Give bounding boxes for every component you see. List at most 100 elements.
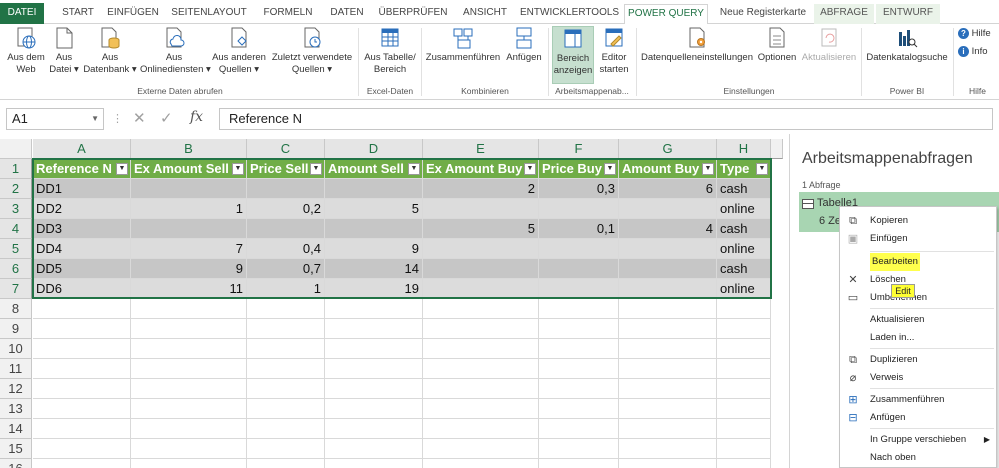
table-cell[interactable] [325, 179, 423, 199]
filter-dropdown-icon[interactable]: ▼ [310, 163, 322, 175]
table-cell[interactable]: 9 [325, 239, 423, 259]
empty-cell[interactable] [131, 419, 247, 439]
empty-cell[interactable] [717, 319, 771, 339]
row-header[interactable]: 2 [0, 179, 32, 199]
menu-item-paste[interactable]: ▣ Einfügen [840, 230, 996, 248]
empty-cell[interactable] [33, 319, 131, 339]
empty-cell[interactable] [131, 339, 247, 359]
filter-dropdown-icon[interactable]: ▼ [524, 163, 536, 175]
empty-cell[interactable] [247, 339, 325, 359]
from-table-button[interactable]: Aus Tabelle/Bereich [362, 26, 418, 76]
row-header[interactable]: 7 [0, 279, 32, 299]
table-cell[interactable] [325, 219, 423, 239]
table-cell[interactable] [247, 179, 325, 199]
empty-cell[interactable] [131, 439, 247, 459]
empty-cell[interactable] [247, 359, 325, 379]
empty-cell[interactable] [717, 399, 771, 419]
table-cell[interactable]: online [717, 199, 771, 219]
empty-cell[interactable] [539, 379, 619, 399]
table-cell[interactable]: online [717, 239, 771, 259]
row-header[interactable]: 14 [0, 419, 32, 439]
empty-cell[interactable] [539, 439, 619, 459]
recent-sources-button[interactable]: Zuletzt verwendete Quellen ▾ [270, 26, 354, 76]
empty-cell[interactable] [325, 419, 423, 439]
empty-cell[interactable] [619, 439, 717, 459]
options-button[interactable]: Optionen [756, 26, 798, 64]
empty-cell[interactable] [131, 379, 247, 399]
empty-cell[interactable] [423, 399, 539, 419]
help-button[interactable]: ? Hilfe [958, 28, 998, 40]
empty-cell[interactable] [423, 299, 539, 319]
empty-cell[interactable] [423, 359, 539, 379]
column-header[interactable]: G [619, 139, 717, 159]
data-source-settings-button[interactable]: Datenquelleneinstellungen [640, 26, 754, 64]
table-cell[interactable] [423, 199, 539, 219]
empty-cell[interactable] [619, 379, 717, 399]
empty-cell[interactable] [717, 359, 771, 379]
info-button[interactable]: i Info [958, 46, 998, 58]
empty-cell[interactable] [717, 379, 771, 399]
table-header-cell[interactable]: Amount Sell ▼ [325, 159, 423, 179]
table-cell[interactable]: 5 [325, 199, 423, 219]
tab-ueberpruefen[interactable]: ÜBERPRÜFEN [376, 4, 450, 24]
column-header[interactable]: F [539, 139, 619, 159]
table-cell[interactable]: 0,1 [539, 219, 619, 239]
filter-dropdown-icon[interactable]: ▼ [756, 163, 768, 175]
menu-item-delete[interactable]: ✕ Löschen [840, 271, 996, 289]
append-button[interactable]: Anfügen [503, 26, 545, 64]
table-cell[interactable]: 6 [619, 179, 717, 199]
table-cell[interactable] [619, 199, 717, 219]
empty-cell[interactable] [325, 299, 423, 319]
tab-abfrage[interactable]: ABFRAGE [814, 4, 874, 24]
tab-datei[interactable]: DATEI [0, 3, 44, 24]
table-cell[interactable] [131, 179, 247, 199]
chevron-down-icon[interactable]: ▼ [91, 109, 99, 129]
from-file-button[interactable]: Aus Datei ▾ [48, 26, 80, 76]
empty-cell[interactable] [717, 419, 771, 439]
empty-cell[interactable] [325, 339, 423, 359]
empty-cell[interactable] [131, 299, 247, 319]
table-cell[interactable]: 14 [325, 259, 423, 279]
row-header[interactable]: 8 [0, 299, 32, 319]
empty-cell[interactable] [33, 339, 131, 359]
empty-cell[interactable] [325, 439, 423, 459]
empty-cell[interactable] [539, 319, 619, 339]
row-header[interactable]: 4 [0, 219, 32, 239]
table-cell[interactable]: 0,4 [247, 239, 325, 259]
empty-cell[interactable] [539, 419, 619, 439]
table-cell[interactable]: DD4 [33, 239, 131, 259]
empty-cell[interactable] [33, 299, 131, 319]
table-cell[interactable] [423, 259, 539, 279]
column-header[interactable]: E [423, 139, 539, 159]
tab-entwurf[interactable]: ENTWURF [876, 4, 940, 24]
empty-cell[interactable] [131, 319, 247, 339]
empty-cell[interactable] [325, 319, 423, 339]
merge-button[interactable]: Zusammenführen [424, 26, 502, 64]
empty-cell[interactable] [325, 359, 423, 379]
empty-cell[interactable] [423, 459, 539, 468]
menu-item-reference[interactable]: ⌀ Verweis [840, 369, 996, 387]
empty-cell[interactable] [619, 359, 717, 379]
table-cell[interactable] [539, 279, 619, 299]
select-all-corner[interactable] [0, 139, 32, 159]
empty-cell[interactable] [539, 359, 619, 379]
empty-cell[interactable] [619, 399, 717, 419]
menu-item-load-to[interactable]: Laden in... [840, 329, 996, 347]
empty-cell[interactable] [423, 319, 539, 339]
from-web-button[interactable]: Aus dem Web [4, 26, 48, 76]
empty-cell[interactable] [717, 439, 771, 459]
empty-cell[interactable] [247, 439, 325, 459]
menu-item-move-to-group[interactable]: In Gruppe verschieben ▶ [840, 431, 996, 449]
empty-cell[interactable] [717, 459, 771, 468]
empty-cell[interactable] [423, 439, 539, 459]
cancel-icon[interactable]: ✕ [133, 109, 146, 127]
launch-editor-button[interactable]: Editor starten [596, 26, 632, 76]
table-cell[interactable]: 1 [131, 199, 247, 219]
empty-cell[interactable] [539, 459, 619, 468]
refresh-button[interactable]: Aktualisieren [800, 26, 858, 64]
tab-neue-registerkarte[interactable]: Neue Registerkarte [714, 4, 812, 24]
table-header-cell[interactable]: Reference N ▼ [33, 159, 131, 179]
empty-cell[interactable] [539, 299, 619, 319]
table-cell[interactable]: DD1 [33, 179, 131, 199]
empty-cell[interactable] [33, 399, 131, 419]
